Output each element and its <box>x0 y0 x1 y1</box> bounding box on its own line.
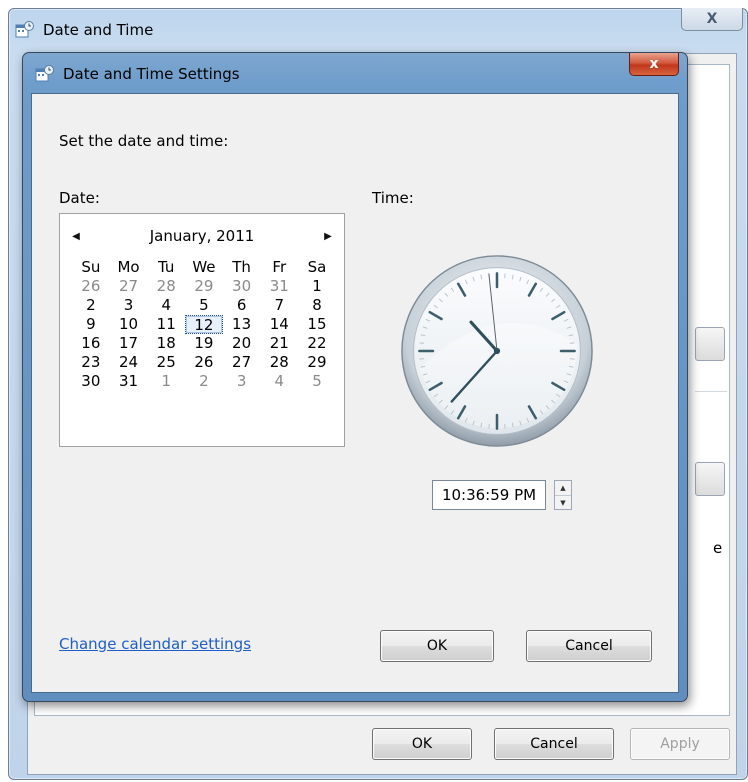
calendar-day[interactable]: 25 <box>147 353 185 372</box>
divider <box>695 391 727 392</box>
close-icon: x <box>649 56 659 72</box>
outer-window-title: Date and Time <box>43 21 154 39</box>
calendar-week-row: 30 31 1 2 3 4 5 <box>72 372 336 391</box>
calendar-day[interactable]: 28 <box>147 277 185 296</box>
outer-apply-button[interactable]: Apply <box>630 728 730 760</box>
outer-ok-button[interactable]: OK <box>372 728 472 760</box>
calendar-week-row: 23 24 25 26 27 28 29 <box>72 353 336 372</box>
calendar-day[interactable]: 5 <box>185 296 223 315</box>
weekday-label: Sa <box>307 258 327 276</box>
calendar-day[interactable]: 17 <box>110 334 148 353</box>
hidden-change-button-2[interactable] <box>695 462 725 496</box>
calendar-day[interactable]: 18 <box>147 334 185 353</box>
calendar-control[interactable]: ◀ January, 2011 ▶ Su Mo Tu We Th Fr Sa 26 27 28 29… <box>59 213 345 447</box>
calendar-day[interactable]: 10 <box>110 315 148 334</box>
dialog-titlebar: Date and Time Settings <box>35 61 240 87</box>
weekday-header-row: Su Mo Tu We Th Fr Sa <box>72 258 336 277</box>
calendar-month-year[interactable]: January, 2011 <box>100 224 304 248</box>
hidden-change-button-1[interactable] <box>695 327 725 361</box>
calendar-day[interactable]: 6 <box>223 296 261 315</box>
calendar-day[interactable]: 3 <box>223 372 261 391</box>
dialog-title: Date and Time Settings <box>63 65 240 83</box>
calendar-day[interactable]: 4 <box>260 372 298 391</box>
calendar-day[interactable]: 31 <box>260 277 298 296</box>
spin-down-icon[interactable]: ▼ <box>555 496 571 510</box>
date-label: Date: <box>59 189 100 207</box>
outer-titlebar: Date and Time <box>15 17 153 43</box>
change-calendar-settings-link[interactable]: Change calendar settings <box>59 635 251 653</box>
date-and-time-settings-dialog: Date and Time Settings x Set the date an… <box>22 52 688 702</box>
calendar-day[interactable]: 27 <box>223 353 261 372</box>
calendar-day[interactable]: 23 <box>72 353 110 372</box>
weekday-label: Fr <box>272 258 287 276</box>
calendar-day[interactable]: 4 <box>147 296 185 315</box>
calendar-day[interactable]: 29 <box>185 277 223 296</box>
calendar-day[interactable]: 3 <box>110 296 148 315</box>
dialog-cancel-button[interactable]: Cancel <box>526 630 652 662</box>
set-date-time-heading: Set the date and time: <box>59 132 229 150</box>
dialog-close-button[interactable]: x <box>629 53 679 76</box>
close-icon: X <box>706 11 718 27</box>
calendar-day[interactable]: 19 <box>185 334 223 353</box>
calendar-day[interactable]: 2 <box>72 296 110 315</box>
weekday-label: Su <box>81 258 101 276</box>
calendar-header: ◀ January, 2011 ▶ <box>60 224 344 248</box>
calendar-day[interactable]: 26 <box>185 353 223 372</box>
calendar-day[interactable]: 29 <box>298 353 336 372</box>
calendar-day[interactable]: 8 <box>298 296 336 315</box>
calendar-day[interactable]: 15 <box>298 315 336 334</box>
calendar-day[interactable]: 11 <box>147 315 185 334</box>
time-spinner[interactable]: ▲ ▼ <box>554 480 572 510</box>
outer-cancel-button[interactable]: Cancel <box>494 728 614 760</box>
calendar-day-selected[interactable]: 12 <box>185 315 223 334</box>
calendar-day[interactable]: 7 <box>260 296 298 315</box>
calendar-day[interactable]: 20 <box>223 334 261 353</box>
calendar-day[interactable]: 31 <box>110 372 148 391</box>
calendar-day[interactable]: 5 <box>298 372 336 391</box>
obscured-text: e <box>713 539 723 557</box>
calendar-week-row: 2345678 <box>72 296 336 315</box>
calendar-week-row: 26 27 28 29 30 31 1 <box>72 277 336 296</box>
calendar-week-row: 16 17 18 19 20 21 22 <box>72 334 336 353</box>
weekday-label: We <box>192 258 216 276</box>
calendar-day[interactable]: 26 <box>72 277 110 296</box>
calendar-day[interactable]: 22 <box>298 334 336 353</box>
analog-clock <box>401 255 593 447</box>
outer-close-button[interactable]: X <box>681 8 743 31</box>
calendar-day[interactable]: 14 <box>260 315 298 334</box>
time-label: Time: <box>372 189 414 207</box>
calendar-grid: Su Mo Tu We Th Fr Sa 26 27 28 29 30 31 1 2 3 4 5 6 7 8 9 10 11 1… <box>72 258 336 391</box>
weekday-label: Tu <box>158 258 175 276</box>
calendar-day[interactable]: 2 <box>185 372 223 391</box>
calendar-day[interactable]: 1 <box>298 277 336 296</box>
calendar-day[interactable]: 1 <box>147 372 185 391</box>
dialog-client-area: Set the date and time: Date: Time: ◀ Jan… <box>31 93 679 693</box>
next-month-icon[interactable]: ▶ <box>320 228 336 244</box>
weekday-label: Mo <box>117 258 140 276</box>
date-time-app-icon <box>35 65 54 82</box>
calendar-day[interactable]: 30 <box>72 372 110 391</box>
calendar-day[interactable]: 30 <box>223 277 261 296</box>
calendar-day[interactable]: 16 <box>72 334 110 353</box>
previous-month-icon[interactable]: ◀ <box>68 228 84 244</box>
calendar-day[interactable]: 9 <box>72 315 110 334</box>
time-input[interactable] <box>432 480 546 510</box>
calendar-week-row: 9 10 11 12 13 14 15 <box>72 315 336 334</box>
spin-up-icon[interactable]: ▲ <box>555 481 571 496</box>
weekday-label: Th <box>232 258 251 276</box>
calendar-day[interactable]: 28 <box>260 353 298 372</box>
calendar-day[interactable]: 27 <box>110 277 148 296</box>
calendar-day[interactable]: 13 <box>223 315 261 334</box>
dialog-ok-button[interactable]: OK <box>380 630 494 662</box>
date-time-app-icon <box>15 21 34 38</box>
calendar-day[interactable]: 21 <box>260 334 298 353</box>
clock-center-pin <box>493 347 501 355</box>
calendar-day[interactable]: 24 <box>110 353 148 372</box>
